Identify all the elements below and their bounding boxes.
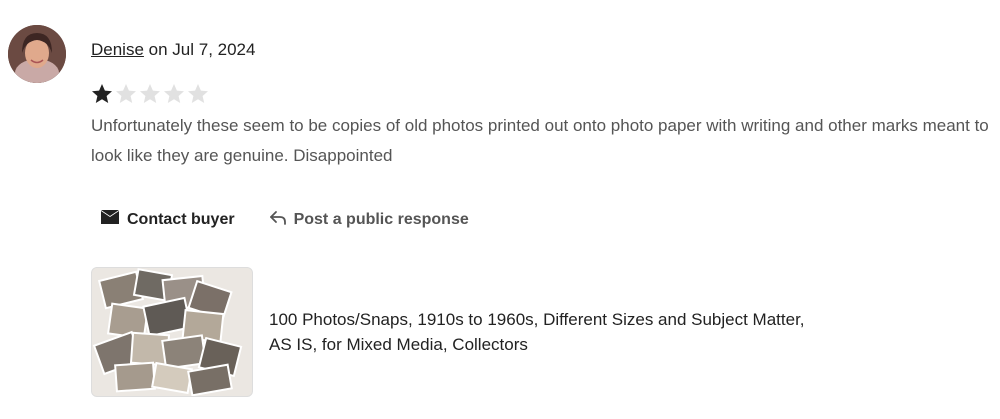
review-header: Denise on Jul 7, 2024 [91,40,255,60]
product-thumbnail[interactable] [91,267,253,397]
star-filled-icon [90,82,114,106]
star-rating [90,82,210,108]
reply-arrow-icon [269,209,287,230]
review-actions: Contact buyer Post a public response [100,209,469,230]
reviewed-product[interactable]: 100 Photos/Snaps, 1910s to 1960s, Differ… [91,267,809,397]
contact-buyer-label: Contact buyer [127,210,235,228]
star-empty-icon [186,82,210,106]
product-title-link[interactable]: 100 Photos/Snaps, 1910s to 1960s, Differ… [269,307,809,357]
contact-buyer-button[interactable]: Contact buyer [100,209,235,230]
review-date: Jul 7, 2024 [172,40,256,59]
reviewer-name-link[interactable]: Denise [91,40,144,59]
post-public-response-label: Post a public response [293,210,469,228]
post-public-response-button[interactable]: Post a public response [269,209,469,230]
reviewer-avatar[interactable] [8,25,66,83]
date-prefix: on [143,40,173,59]
star-empty-icon [114,82,138,106]
star-empty-icon [162,82,186,106]
envelope-icon [100,209,120,230]
star-empty-icon [138,82,162,106]
review-text: Unfortunately these seem to be copies of… [91,116,989,165]
